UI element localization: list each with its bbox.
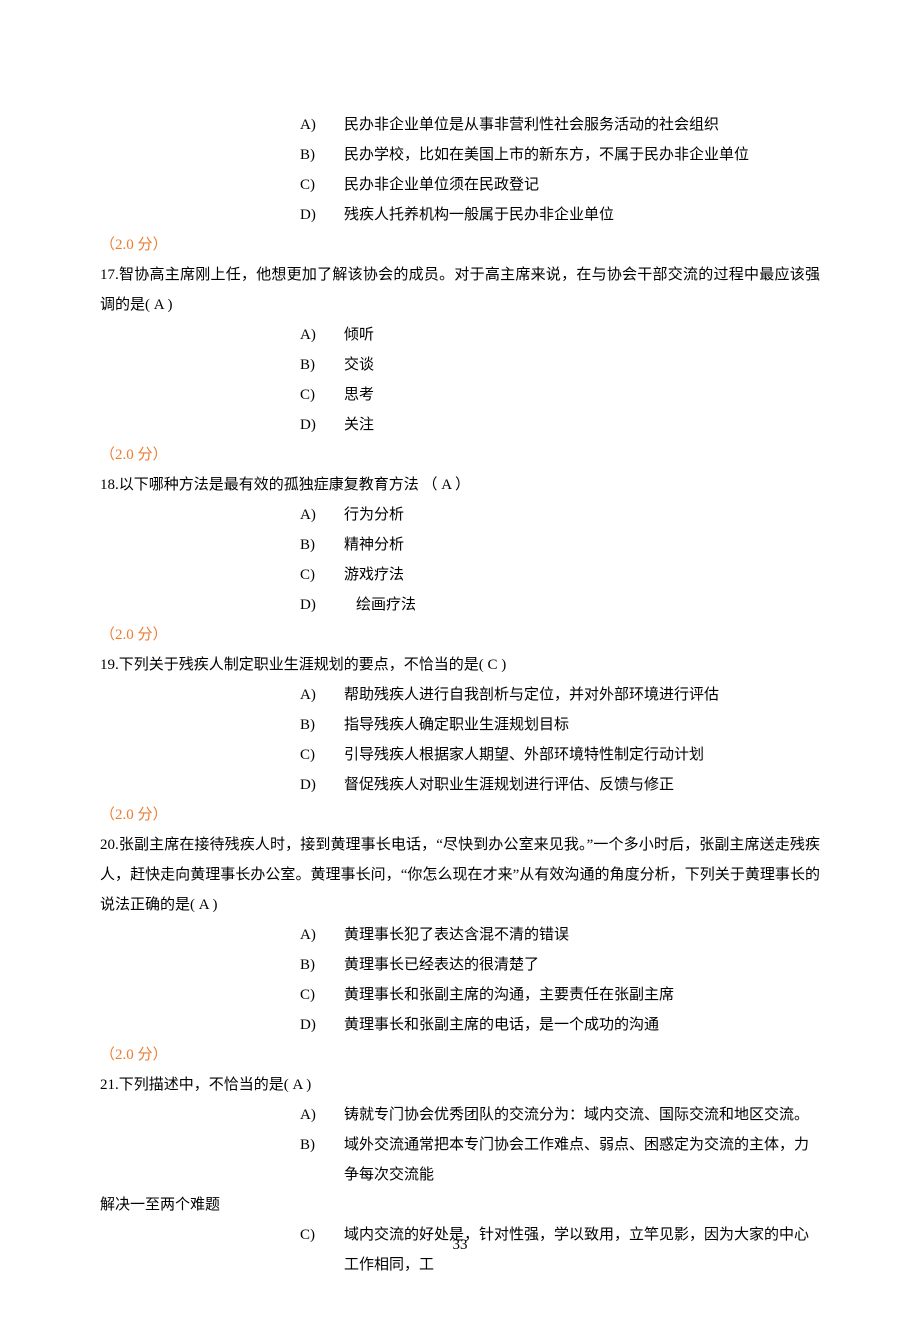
option-text: 精神分析 [344,530,820,560]
option-text: 行为分析 [344,500,820,530]
option-label: A) [300,110,344,140]
option-text: 黄理事长和张副主席的电话，是一个成功的沟通 [344,1010,820,1040]
option-label: B) [300,710,344,740]
q19-option-c: C) 引导残疾人根据家人期望、外部环境特性制定行动计划 [100,740,820,770]
q21-option-b-wrap: 解决一至两个难题 [100,1190,820,1220]
q17-option-d: D) 关注 [100,410,820,440]
option-label: C) [300,380,344,410]
option-text: 帮助残疾人进行自我剖析与定位，并对外部环境进行评估 [344,680,820,710]
q20-option-b: B) 黄理事长已经表达的很清楚了 [100,950,820,980]
q18-stem: 18.以下哪种方法是最有效的孤独症康复教育方法 （ A ） [100,470,820,500]
q18-score: （2.0 分） [100,620,820,650]
option-text: 引导残疾人根据家人期望、外部环境特性制定行动计划 [344,740,820,770]
q21-stem: 21.下列描述中，不恰当的是( A ) [100,1070,820,1100]
option-text: 黄理事长已经表达的很清楚了 [344,950,820,980]
option-text: 民办学校，比如在美国上市的新东方，不属于民办非企业单位 [344,140,820,170]
option-label: C) [300,980,344,1010]
q18-option-c: C) 游戏疗法 [100,560,820,590]
option-label: B) [300,530,344,560]
document-page: A) 民办非企业单位是从事非营利性社会服务活动的社会组织 B) 民办学校，比如在… [0,0,920,1320]
option-label: D) [300,410,344,440]
option-label: C) [300,740,344,770]
q19-option-a: A) 帮助残疾人进行自我剖析与定位，并对外部环境进行评估 [100,680,820,710]
option-label: D) [300,200,344,230]
option-text: 指导残疾人确定职业生涯规划目标 [344,710,820,740]
q17-option-c: C) 思考 [100,380,820,410]
q20-stem: 20.张副主席在接待残疾人时，接到黄理事长电话，“尽快到办公室来见我。”一个多小… [100,830,820,920]
q16-option-c: C) 民办非企业单位须在民政登记 [100,170,820,200]
option-text: 域外交流通常把本专门协会工作难点、弱点、困惑定为交流的主体，力争每次交流能 [344,1130,820,1190]
option-label: C) [300,170,344,200]
option-text: 残疾人托养机构一般属于民办非企业单位 [344,200,820,230]
option-label: A) [300,1100,344,1130]
option-label: D) [300,770,344,800]
option-label: B) [300,140,344,170]
option-text: 黄理事长犯了表达含混不清的错误 [344,920,820,950]
option-label: B) [300,1130,344,1160]
q17-stem: 17.智协高主席刚上任，他想更加了解该协会的成员。对于高主席来说，在与协会干部交… [100,260,820,320]
option-text: 倾听 [344,320,820,350]
q19-option-d: D) 督促残疾人对职业生涯规划进行评估、反馈与修正 [100,770,820,800]
option-text: 黄理事长和张副主席的沟通，主要责任在张副主席 [344,980,820,1010]
option-text: 交谈 [344,350,820,380]
q16-option-a: A) 民办非企业单位是从事非营利性社会服务活动的社会组织 [100,110,820,140]
option-label: B) [300,350,344,380]
option-label: A) [300,500,344,530]
q16-score: （2.0 分） [100,230,820,260]
option-label: D) [300,590,344,620]
q19-score: （2.0 分） [100,800,820,830]
option-label: C) [300,560,344,590]
q21-option-b: B) 域外交流通常把本专门协会工作难点、弱点、困惑定为交流的主体，力争每次交流能 [100,1130,820,1190]
q16-option-b: B) 民办学校，比如在美国上市的新东方，不属于民办非企业单位 [100,140,820,170]
page-number: 33 [0,1230,920,1260]
option-text: 民办非企业单位须在民政登记 [344,170,820,200]
option-text: 关注 [344,410,820,440]
option-label: D) [300,1010,344,1040]
q21-option-a: A) 铸就专门协会优秀团队的交流分为：域内交流、国际交流和地区交流。 [100,1100,820,1130]
option-label: A) [300,920,344,950]
option-text: 铸就专门协会优秀团队的交流分为：域内交流、国际交流和地区交流。 [344,1100,820,1130]
q18-option-a: A) 行为分析 [100,500,820,530]
option-text: 思考 [344,380,820,410]
option-text: 游戏疗法 [344,560,820,590]
q16-option-d: D) 残疾人托养机构一般属于民办非企业单位 [100,200,820,230]
q17-score: （2.0 分） [100,440,820,470]
option-label: B) [300,950,344,980]
option-label: A) [300,680,344,710]
q20-score: （2.0 分） [100,1040,820,1070]
option-label: A) [300,320,344,350]
q18-option-d: D) 绘画疗法 [100,590,820,620]
option-text: 民办非企业单位是从事非营利性社会服务活动的社会组织 [344,110,820,140]
q17-option-a: A) 倾听 [100,320,820,350]
q20-option-d: D) 黄理事长和张副主席的电话，是一个成功的沟通 [100,1010,820,1040]
q19-option-b: B) 指导残疾人确定职业生涯规划目标 [100,710,820,740]
q17-option-b: B) 交谈 [100,350,820,380]
q19-stem: 19.下列关于残疾人制定职业生涯规划的要点，不恰当的是( C ) [100,650,820,680]
q20-option-c: C) 黄理事长和张副主席的沟通，主要责任在张副主席 [100,980,820,1010]
option-text: 督促残疾人对职业生涯规划进行评估、反馈与修正 [344,770,820,800]
q20-option-a: A) 黄理事长犯了表达含混不清的错误 [100,920,820,950]
option-text: 绘画疗法 [344,590,820,620]
q18-option-b: B) 精神分析 [100,530,820,560]
